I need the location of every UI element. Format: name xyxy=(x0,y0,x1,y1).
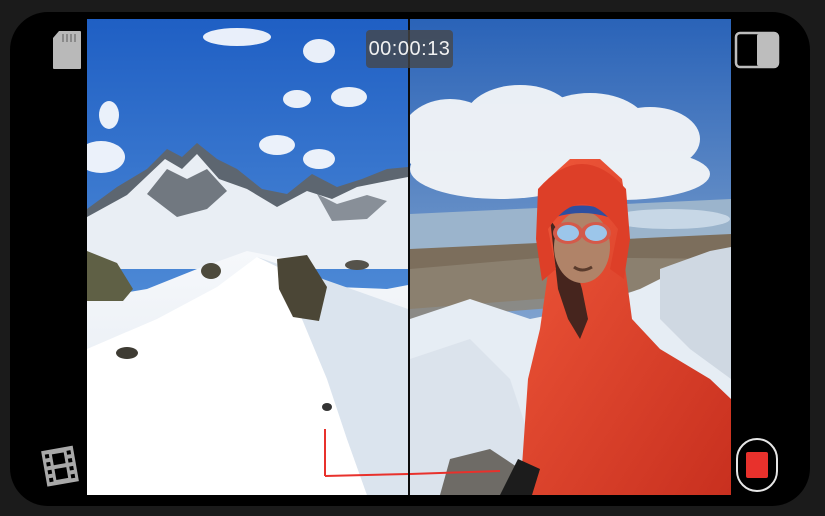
split-view-icon[interactable] xyxy=(734,31,780,69)
camera-viewport xyxy=(87,19,731,495)
camera-feed-right xyxy=(410,19,731,495)
record-stop-button[interactable] xyxy=(735,437,779,493)
camera-feed-left xyxy=(87,19,408,495)
sd-card-icon[interactable] xyxy=(52,30,82,70)
recording-timer: 00:00:13 xyxy=(366,30,453,68)
film-strip-icon[interactable] xyxy=(40,444,82,488)
